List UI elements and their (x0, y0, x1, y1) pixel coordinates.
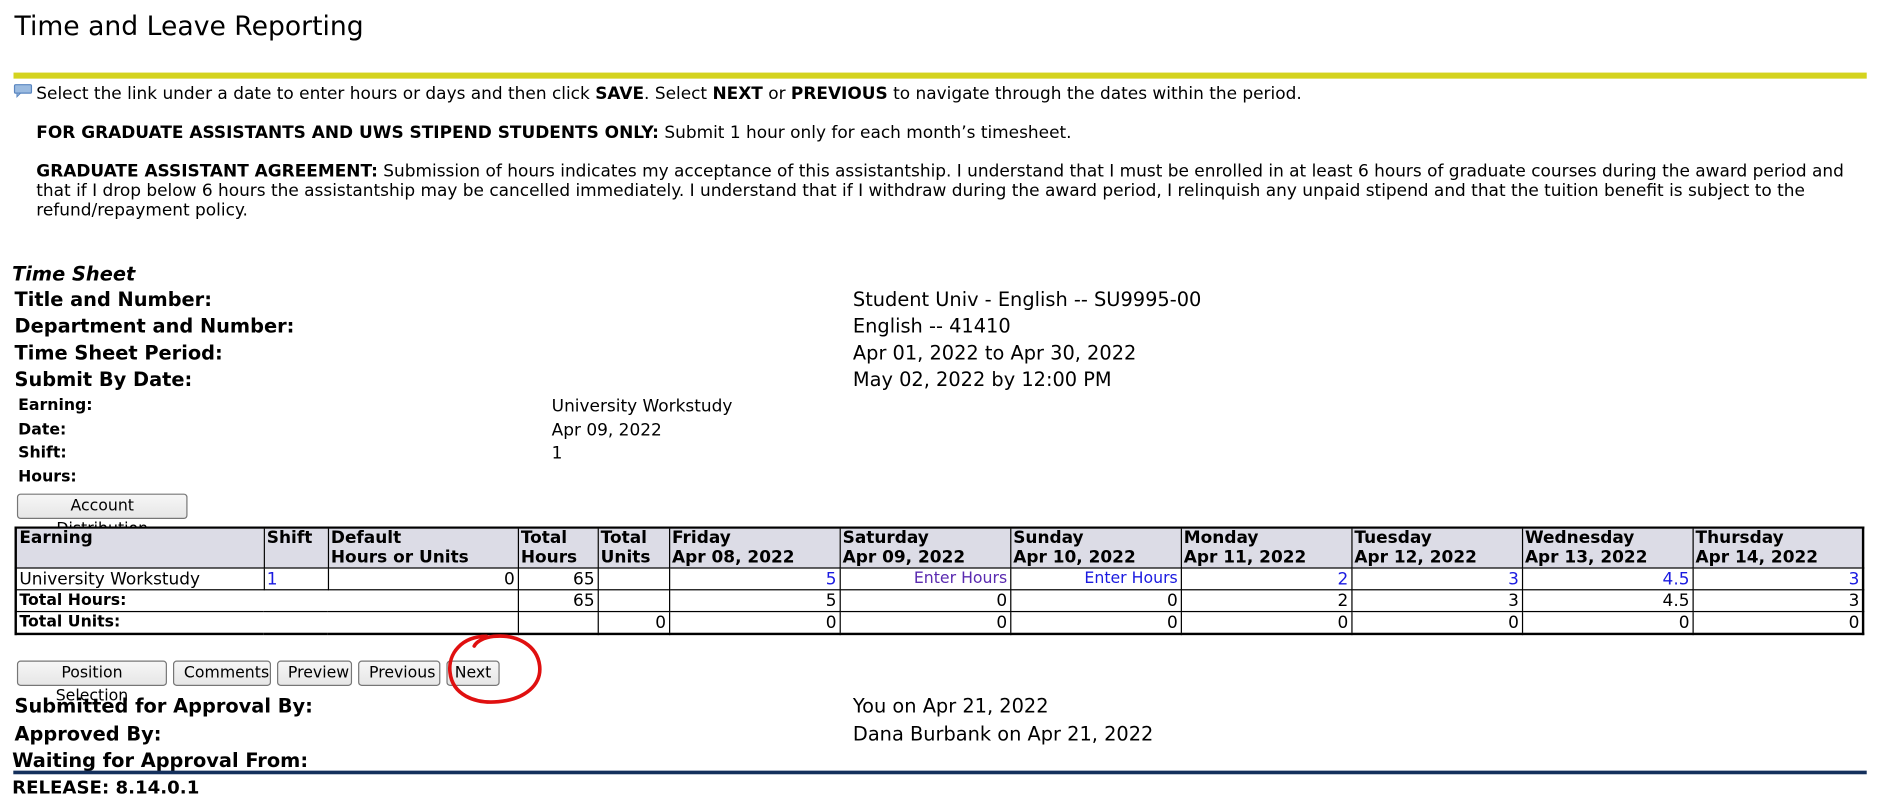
day-hours-link-thu[interactable]: 3 (1691, 567, 1864, 591)
page-title: Time and Leave Reporting (14, 12, 364, 43)
total-hours-day: 4.5 (1521, 589, 1694, 613)
day-hours-link-fri[interactable]: 5 (668, 567, 841, 591)
hours-label: Hours: (18, 468, 77, 487)
date-label: Date: (18, 421, 67, 440)
waiting-approval-label: Waiting for Approval From: (12, 748, 309, 772)
shift-label: Shift: (18, 443, 67, 463)
period-label: Time Sheet Period: (14, 341, 223, 365)
graduate-agreement: GRADUATE ASSISTANT AGREEMENT: Submission… (36, 162, 1844, 221)
timesheet-table: Earning Shift Default Hours or Units Tota… (14, 526, 1865, 636)
shift-value: 1 (551, 443, 563, 464)
total-units-day: 0 (1521, 610, 1694, 635)
header-day: Monday Apr 11, 2022 (1180, 526, 1352, 569)
title-divider (13, 72, 1867, 79)
earning-label: Earning: (18, 396, 93, 415)
header-default: Default Hours or Units (327, 526, 519, 569)
footer-divider (13, 770, 1867, 775)
title-number-label: Title and Number: (14, 287, 212, 311)
header-day: Friday Apr 08, 2022 (668, 526, 841, 569)
section-title-time-sheet: Time Sheet (12, 262, 136, 286)
instruction-text: Select the link under a date to enter ho… (36, 84, 1302, 105)
header-day: Thursday Apr 14, 2022 (1691, 526, 1864, 569)
header-day: Sunday Apr 10, 2022 (1009, 526, 1182, 569)
total-units-day: 0 (1180, 610, 1352, 635)
account-distribution-button[interactable]: Account Distribution (16, 493, 188, 538)
info-speech-bubble-icon (13, 84, 33, 98)
total-hours-day: 0 (1009, 589, 1182, 613)
default-cell: 0 (327, 567, 519, 591)
title-number-value: Student Univ - English -- SU9995-00 (852, 287, 1202, 311)
header-shift: Shift (263, 526, 329, 569)
empty-cell (597, 589, 670, 613)
approved-by-label: Approved By: (14, 722, 162, 746)
header-day: Tuesday Apr 12, 2022 (1350, 526, 1523, 569)
total-hours-row: Total Hours: 65 5 0 0 2 3 4.5 3 (15, 589, 1864, 613)
submit-by-label: Submit By Date: (14, 367, 193, 391)
total-units-day: 0 (1009, 610, 1182, 635)
red-circle-annotation (448, 634, 542, 704)
total-units-label: Total Units: (15, 610, 519, 635)
period-value: Apr 01, 2022 to Apr 30, 2022 (852, 341, 1137, 365)
submitted-by-value: You on Apr 21, 2022 (852, 694, 1049, 718)
shift-link[interactable]: 1 (263, 567, 329, 591)
total-hours-day: 3 (1691, 589, 1864, 613)
total-units-row: Total Units: 0 0 0 0 0 0 0 0 (15, 610, 1864, 635)
total-hours-day: 0 (838, 589, 1011, 613)
header-day: Saturday Apr 09, 2022 (838, 526, 1011, 569)
total-units-day: 0 (1691, 610, 1864, 635)
total-hours-day: 5 (668, 589, 841, 613)
total-units-day: 0 (1350, 610, 1523, 635)
comments-button[interactable]: Comments (173, 660, 271, 686)
total-units-sum: 0 (597, 610, 670, 635)
department-number-label: Department and Number: (14, 314, 295, 338)
enter-hours-link-sun[interactable]: Enter Hours (1009, 567, 1182, 591)
approved-by-value: Dana Burbank on Apr 21, 2022 (852, 722, 1154, 746)
earning-value: University Workstudy (551, 396, 733, 417)
table-row: University Workstudy 1 0 65 5 Enter Hour… (15, 567, 1864, 591)
total-units-cell (597, 567, 670, 591)
total-hours-cell: 65 (517, 567, 599, 591)
total-units-day: 0 (838, 610, 1011, 635)
header-total-units: Total Units (597, 526, 670, 569)
date-value: Apr 09, 2022 (551, 421, 662, 441)
submitted-by-label: Submitted for Approval By: (14, 694, 313, 718)
day-hours-link-mon[interactable]: 2 (1180, 567, 1352, 591)
header-total-hours: Total Hours (517, 526, 599, 569)
department-number-value: English -- 41410 (852, 314, 1011, 338)
table-header-row: Earning Shift Default Hours or Units Tota… (15, 526, 1864, 569)
release-version: RELEASE: 8.14.0.1 (12, 776, 200, 799)
previous-button[interactable]: Previous (358, 660, 441, 686)
submit-by-value: May 02, 2022 by 12:00 PM (852, 367, 1112, 391)
total-hours-sum: 65 (517, 589, 599, 613)
header-day: Wednesday Apr 13, 2022 (1521, 526, 1694, 569)
day-hours-link-wed[interactable]: 4.5 (1521, 567, 1694, 591)
header-earning: Earning (15, 526, 265, 569)
enter-hours-link-sat[interactable]: Enter Hours (838, 567, 1011, 591)
total-units-day: 0 (668, 610, 841, 635)
total-hours-label: Total Hours: (15, 589, 519, 613)
total-hours-day: 2 (1180, 589, 1352, 613)
earning-cell: University Workstudy (15, 567, 265, 591)
day-hours-link-tue[interactable]: 3 (1350, 567, 1523, 591)
graduate-notice: FOR GRADUATE ASSISTANTS AND UWS STIPEND … (36, 123, 1072, 143)
total-hours-day: 3 (1350, 589, 1523, 613)
preview-button[interactable]: Preview (277, 660, 353, 686)
position-selection-button[interactable]: Position Selection (16, 660, 167, 705)
